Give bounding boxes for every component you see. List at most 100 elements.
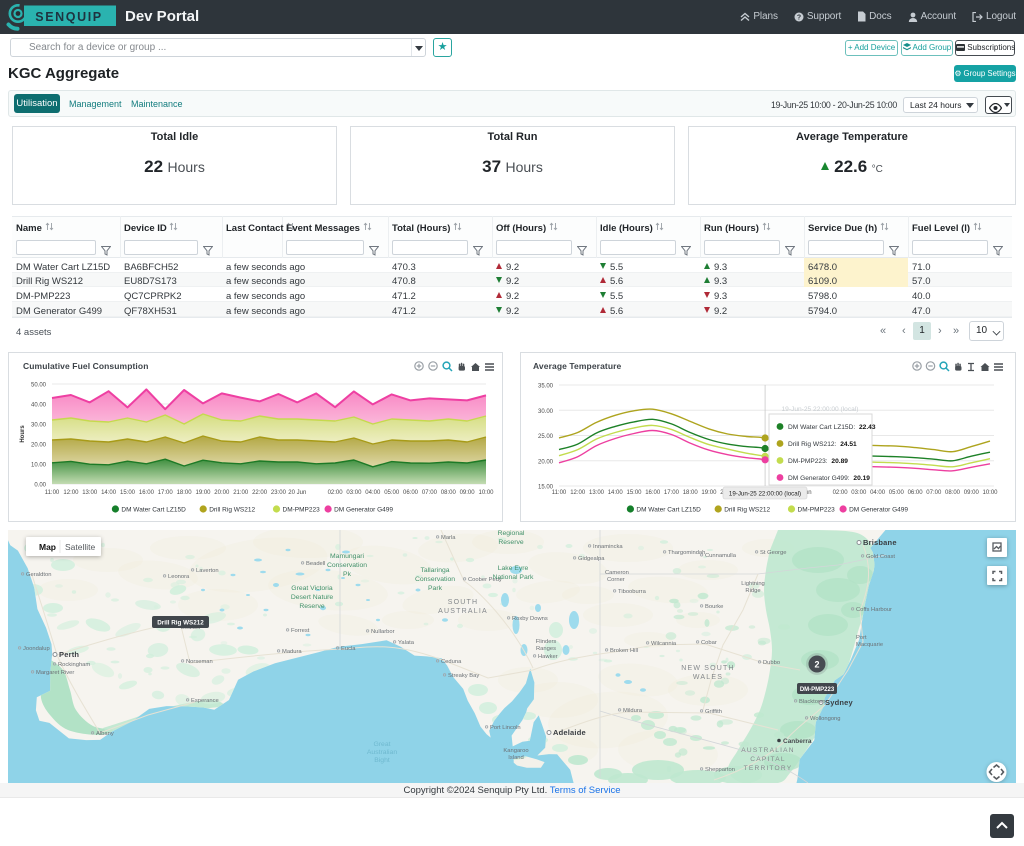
svg-text:05:00: 05:00 [384,490,400,496]
svg-text:02:00: 02:00 [833,490,849,496]
svg-text:Hawker: Hawker [538,654,558,660]
svg-text:Beadell: Beadell [306,561,325,567]
svg-text:Cumulative Fuel Consumption: Cumulative Fuel Consumption [23,361,148,371]
svg-text:Dubbo: Dubbo [763,660,780,666]
svg-text:14:00: 14:00 [608,490,624,496]
svg-text:Great: Great [374,741,391,748]
svg-text:Lightning: Lightning [741,581,765,587]
svg-text:Norseman: Norseman [186,659,213,665]
svg-text:19:00: 19:00 [195,490,211,496]
svg-text:TERRITORY: TERRITORY [744,765,793,772]
svg-text:Lake Eyre: Lake Eyre [498,565,529,572]
svg-text:20.00: 20.00 [538,459,554,465]
svg-text:Blacktown: Blacktown [799,699,825,705]
svg-text:07:00: 07:00 [422,490,438,496]
svg-text:DM-PMP223: DM-PMP223 [800,687,835,693]
svg-text:02:00: 02:00 [328,490,344,496]
svg-text:Cunnamulla: Cunnamulla [705,553,737,559]
svg-text:Wollongong: Wollongong [810,716,841,722]
svg-text:Margaret River: Margaret River [36,670,74,676]
svg-text:DM Water Cart LZ15D: DM Water Cart LZ15D [121,507,186,514]
svg-text:Pk: Pk [343,571,352,578]
svg-text:Regional: Regional [498,530,525,537]
svg-text:05:00: 05:00 [889,490,905,496]
svg-text:08:00: 08:00 [945,490,961,496]
svg-text:Eucla: Eucla [341,646,356,652]
svg-text:Park: Park [428,585,443,592]
svg-text:Great Victoria: Great Victoria [291,585,333,592]
svg-text:03:00: 03:00 [346,490,362,496]
svg-text:Drill Rig WS212: 24.51: Drill Rig WS212: 24.51 [788,441,857,448]
svg-text:09:00: 09:00 [460,490,476,496]
svg-text:Tallaringa: Tallaringa [420,567,449,574]
svg-text:21:00: 21:00 [233,490,249,496]
svg-text:Australian: Australian [367,749,397,756]
svg-text:09:00: 09:00 [964,490,980,496]
svg-text:Macquarie: Macquarie [856,642,883,648]
svg-text:DM-PMP223: 20.89: DM-PMP223: 20.89 [788,458,848,465]
svg-text:15:00: 15:00 [626,490,642,496]
svg-text:Gidgealpa: Gidgealpa [578,556,605,562]
svg-text:DM-PMP223: DM-PMP223 [283,507,321,514]
svg-text:06:00: 06:00 [908,490,924,496]
svg-text:Mildura: Mildura [623,708,643,714]
svg-text:19-Jun-25 22:00:00 (local): 19-Jun-25 22:00:00 (local) [729,491,801,498]
svg-text:22:00: 22:00 [252,490,268,496]
svg-text:20 Jun: 20 Jun [288,490,306,496]
svg-text:40.00: 40.00 [31,403,47,409]
svg-text:Innamincka: Innamincka [593,544,623,550]
svg-text:06:00: 06:00 [403,490,419,496]
svg-text:Ridge: Ridge [745,588,760,594]
svg-text:20.00: 20.00 [31,443,47,449]
svg-text:Wilcannia: Wilcannia [651,641,677,647]
svg-text:08:00: 08:00 [441,490,457,496]
svg-text:11:00: 11:00 [45,490,60,496]
svg-text:13:00: 13:00 [589,490,605,496]
svg-text:SOUTH: SOUTH [448,599,479,606]
svg-text:04:00: 04:00 [365,490,381,496]
svg-text:St George: St George [760,550,786,556]
svg-text:18:00: 18:00 [177,490,193,496]
svg-text:Gold Coast: Gold Coast [866,554,895,560]
svg-text:14:00: 14:00 [101,490,117,496]
svg-text:16:00: 16:00 [645,490,661,496]
svg-text:Albany: Albany [96,731,114,737]
svg-text:2: 2 [814,660,819,670]
svg-text:Marla: Marla [441,535,456,541]
svg-text:16:00: 16:00 [139,490,155,496]
svg-text:Esperance: Esperance [191,698,219,704]
svg-text:AUSTRALIAN: AUSTRALIAN [741,747,794,754]
svg-text:Ceduna: Ceduna [441,659,462,665]
svg-text:Ranges: Ranges [536,646,556,652]
svg-text:Kangaroo: Kangaroo [503,748,528,754]
svg-text:Yalata: Yalata [398,640,415,646]
svg-text:Conservation: Conservation [327,562,367,569]
svg-text:Conservation: Conservation [415,576,455,583]
svg-text:Drill Rig WS212: Drill Rig WS212 [157,620,204,627]
svg-text:Port Lincoln: Port Lincoln [490,725,521,731]
svg-text:19-Jun-25 22:00:00 (local): 19-Jun-25 22:00:00 (local) [782,406,859,413]
svg-text:DM Water Cart LZ15D: 22.43: DM Water Cart LZ15D: 22.43 [788,424,876,431]
svg-text:07:00: 07:00 [926,490,942,496]
svg-text:Reserve: Reserve [498,539,524,546]
svg-text:35.00: 35.00 [538,384,554,390]
svg-text:Roxby Downs: Roxby Downs [512,616,548,622]
svg-text:19:00: 19:00 [701,490,717,496]
svg-text:17:00: 17:00 [158,490,174,496]
svg-text:Corner: Corner [607,577,625,583]
svg-text:Laverton: Laverton [196,568,219,574]
svg-text:?: ? [797,14,801,21]
svg-text:Island: Island [508,755,523,761]
svg-text:18:00: 18:00 [683,490,699,496]
svg-text:0.00: 0.00 [34,483,46,489]
svg-text:DM-PMP223: DM-PMP223 [798,507,836,514]
svg-text:10:00: 10:00 [982,490,998,496]
svg-text:12:00: 12:00 [570,490,586,496]
svg-text:DM Generator G499: DM Generator G499 [849,507,908,514]
svg-text:Drill Rig WS212: Drill Rig WS212 [724,507,770,514]
svg-text:Flinders: Flinders [536,639,557,645]
svg-text:Forrest: Forrest [291,628,310,634]
svg-text:Leonora: Leonora [168,574,190,580]
svg-text:SENQUIP: SENQUIP [35,10,102,24]
svg-text:Bight: Bight [374,757,390,764]
